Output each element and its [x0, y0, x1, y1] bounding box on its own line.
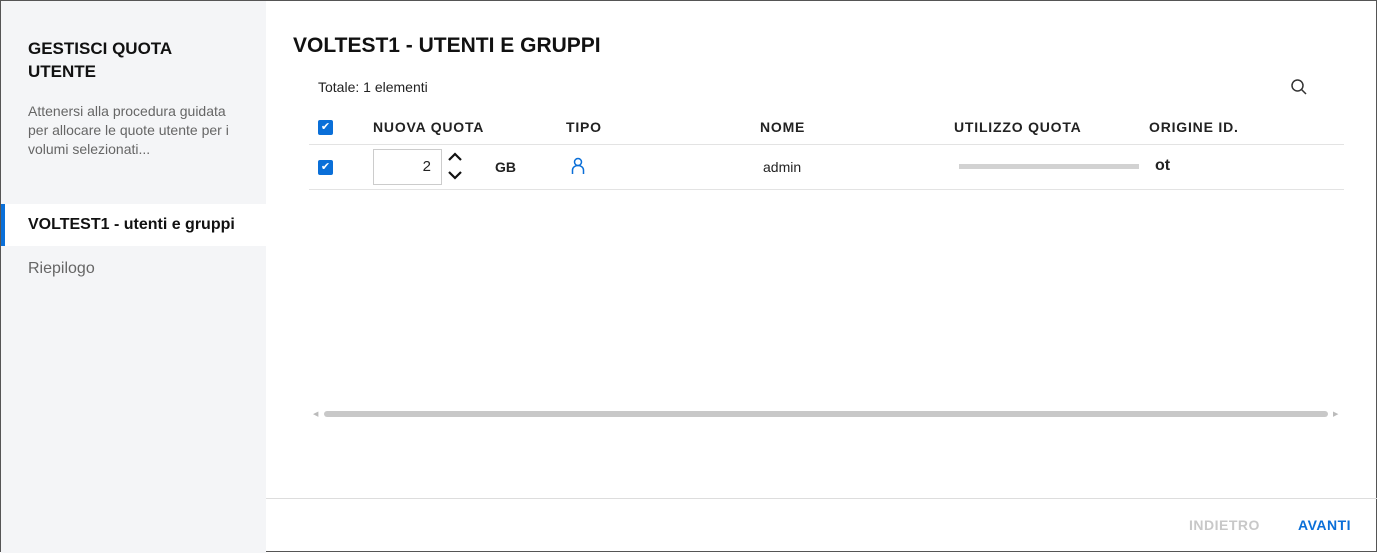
quota-usage-bar [959, 164, 1139, 169]
increment-icon[interactable] [447, 152, 463, 162]
wizard-title: GESTISCI QUOTA UTENTE [28, 39, 172, 81]
search-icon[interactable] [1290, 78, 1308, 96]
sidebar: GESTISCI QUOTA UTENTE Attenersi alla pro… [1, 1, 266, 553]
col-utilizzo-quota[interactable]: UTILIZZO QUOTA [954, 119, 1082, 135]
page-title: VOLTEST1 - UTENTI E GRUPPI [293, 34, 601, 57]
total-count: Totale: 1 elementi [318, 79, 428, 95]
row-checkbox[interactable]: ✔ [318, 160, 333, 175]
user-name: admin [763, 159, 802, 175]
user-icon [571, 157, 585, 174]
next-button[interactable]: AVANTI [1298, 517, 1351, 533]
back-button[interactable]: INDIETRO [1189, 517, 1260, 533]
divider [309, 189, 1344, 190]
horizontal-scrollbar[interactable] [324, 411, 1328, 417]
step-users-groups[interactable]: VOLTEST1 - utenti e gruppi [1, 204, 266, 246]
col-tipo[interactable]: TIPO [566, 119, 602, 135]
decrement-icon[interactable] [447, 170, 463, 180]
step-summary[interactable]: Riepilogo [1, 248, 266, 290]
scroll-left-icon[interactable]: ◀ [313, 410, 318, 418]
quota-input[interactable]: 2 [373, 149, 442, 185]
unit-label: GB [495, 159, 516, 175]
wizard-description: Attenersi alla procedura guidata per all… [28, 103, 229, 157]
select-all-checkbox[interactable]: ✔ [318, 120, 333, 135]
col-origine-id[interactable]: ORIGINE ID. [1149, 119, 1239, 135]
scroll-right-icon[interactable]: ▶ [1333, 410, 1338, 418]
col-nome[interactable]: NOME [760, 119, 805, 135]
origin-id: ot [1155, 157, 1171, 174]
divider [309, 144, 1344, 145]
col-nuova-quota[interactable]: NUOVA QUOTA [373, 119, 484, 135]
footer-divider [266, 498, 1377, 499]
